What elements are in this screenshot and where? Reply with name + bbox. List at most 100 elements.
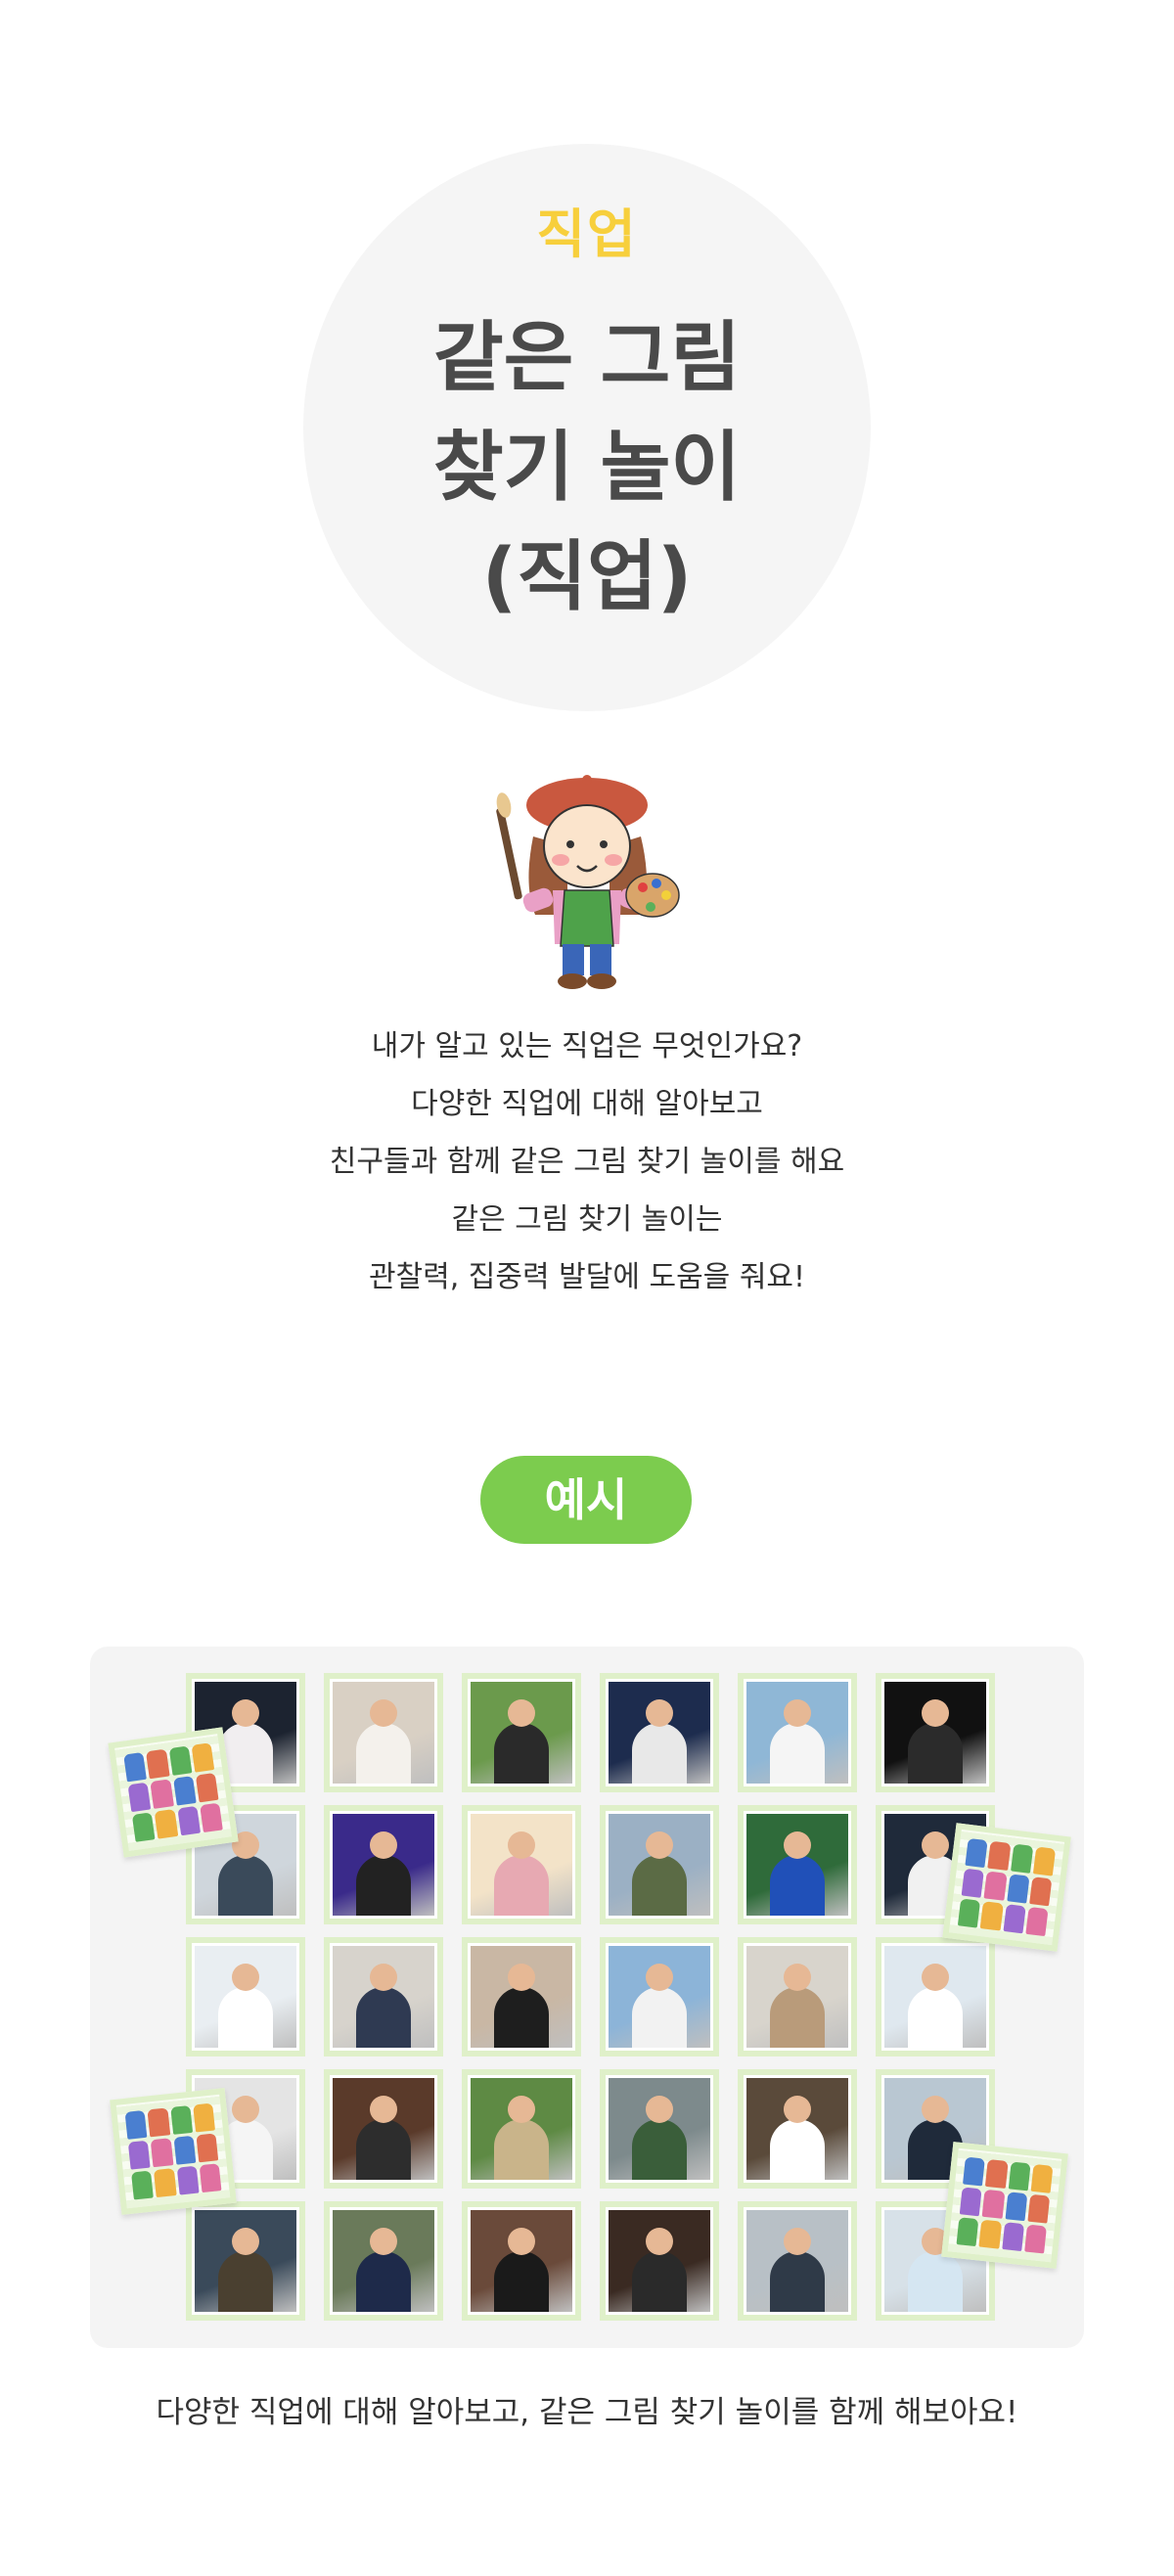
card-police-officer[interactable] [738,2201,857,2321]
police-officer-photo [746,2210,848,2312]
doll-icon [987,1840,1011,1871]
judge-photo [471,2210,572,2312]
doll-icon [1001,2222,1024,2252]
description-line: 내가 알고 있는 직업은 무엇인가요? [371,1029,803,1063]
doll-icon [957,1898,981,1928]
astronaut-photo [609,1682,710,1784]
card-back [941,2142,1068,2269]
doll-icon [176,2165,200,2195]
card-scientist[interactable] [876,1937,995,2056]
doll-icon [154,2168,177,2198]
doll-icon [168,1745,193,1776]
page-title: 같은 그림 찾기 놀이 (직업) [0,303,1174,632]
doll-icon [965,1837,988,1869]
doll-icon [1032,1846,1057,1876]
doll-icon [131,2170,155,2200]
doll-icon [1006,1874,1030,1904]
scientist-photo [884,1946,986,2048]
courier-photo [333,1946,434,2048]
doll-icon [154,1809,178,1839]
card-magician[interactable] [876,1673,995,1792]
doll-icon [173,2135,197,2165]
doll-icon [956,2217,979,2247]
card-teacher[interactable] [462,1805,581,1924]
painter-girl-icon [496,775,680,989]
doll-icon [1023,2224,1047,2254]
teacher-photo [471,1814,572,1916]
doll-icon [199,1802,223,1833]
doll-icon [1025,1906,1049,1937]
fisherman-photo [195,2210,296,2312]
description: 내가 알고 있는 직업은 무엇인가요? 다양한 직업에 대해 알아보고 친구들과… [0,1017,1174,1306]
doll-icon [959,2187,982,2217]
title-line: (직업) [481,533,693,621]
doll-icon [963,2156,986,2187]
doll-icon [176,1805,201,1836]
doll-icon [1028,1876,1053,1907]
doll-icon [195,1772,219,1803]
description-line: 같은 그림 찾기 놀이는 [451,1202,723,1237]
doll-icon [150,1779,174,1809]
category-label: 직업 [536,203,638,265]
description-line: 다양한 직업에 대해 알아보고 [411,1087,763,1121]
doll-icon [199,2163,222,2193]
card-pilot[interactable] [600,1937,719,2056]
doll-icon [169,2104,193,2135]
card-photographer[interactable] [462,1673,581,1792]
veterinarian-photo [195,1946,296,2048]
title-line: 찾기 놀이 [432,424,742,512]
doll-icon [979,1901,1004,1931]
doll-icon [196,2133,219,2163]
card-ship-captain[interactable] [738,1673,857,1792]
sanitation-worker-photo [609,2078,710,2180]
doll-icon [978,2219,1002,2249]
example-badge: 예시 [480,1456,692,1544]
ship-captain-photo [746,1682,848,1784]
painter-photo [333,1682,434,1784]
flight-attendant-photo [746,1946,848,2048]
doll-icon [1005,2192,1028,2222]
card-astronaut[interactable] [600,1673,719,1792]
card-postal-worker[interactable] [324,2201,443,2321]
farmer-photo [471,2078,572,2180]
doll-icon [150,2138,173,2168]
doll-icon [146,1748,170,1780]
card-farmer[interactable] [462,2069,581,2189]
doll-icon [1027,2193,1051,2224]
doll-icon [192,2102,215,2133]
doll-icon [981,2189,1005,2219]
card-grid [186,1673,995,2321]
card-soccer-player[interactable] [738,1805,857,1924]
card-back [942,1823,1071,1952]
doll-icon [1030,2163,1054,2193]
doll-icon [172,1776,197,1806]
doll-icon [961,1868,985,1898]
description-line: 관찰력, 집중력 발달에 도움을 줘요! [368,1260,806,1294]
soldier-photo [609,1814,710,1916]
card-fisherman[interactable] [186,2201,305,2321]
card-chef[interactable] [738,2069,857,2189]
doll-icon [147,2107,170,2138]
card-singer[interactable] [324,1805,443,1924]
title-line: 같은 그림 [432,314,742,402]
doll-icon [127,1782,152,1813]
firefighter-photo [333,2078,434,2180]
card-soldier[interactable] [600,1805,719,1924]
card-barista[interactable] [600,2201,719,2321]
card-veterinarian[interactable] [186,1937,305,2056]
magician-photo [884,1682,986,1784]
caption: 다양한 직업에 대해 알아보고, 같은 그림 찾기 놀이를 함께 해보아요! [156,2395,1018,2430]
card-judge[interactable] [462,2201,581,2321]
pilot-photo [609,1946,710,2048]
card-courier[interactable] [324,1937,443,2056]
doll-icon [1003,1904,1026,1934]
card-hairdresser[interactable] [462,1937,581,2056]
card-painter[interactable] [324,1673,443,1792]
barista-photo [609,2210,710,2312]
card-firefighter[interactable] [324,2069,443,2189]
card-sanitation-worker[interactable] [600,2069,719,2189]
card-flight-attendant[interactable] [738,1937,857,2056]
chef-photo [746,2078,848,2180]
hairdresser-photo [471,1946,572,2048]
doll-icon [124,2109,148,2140]
